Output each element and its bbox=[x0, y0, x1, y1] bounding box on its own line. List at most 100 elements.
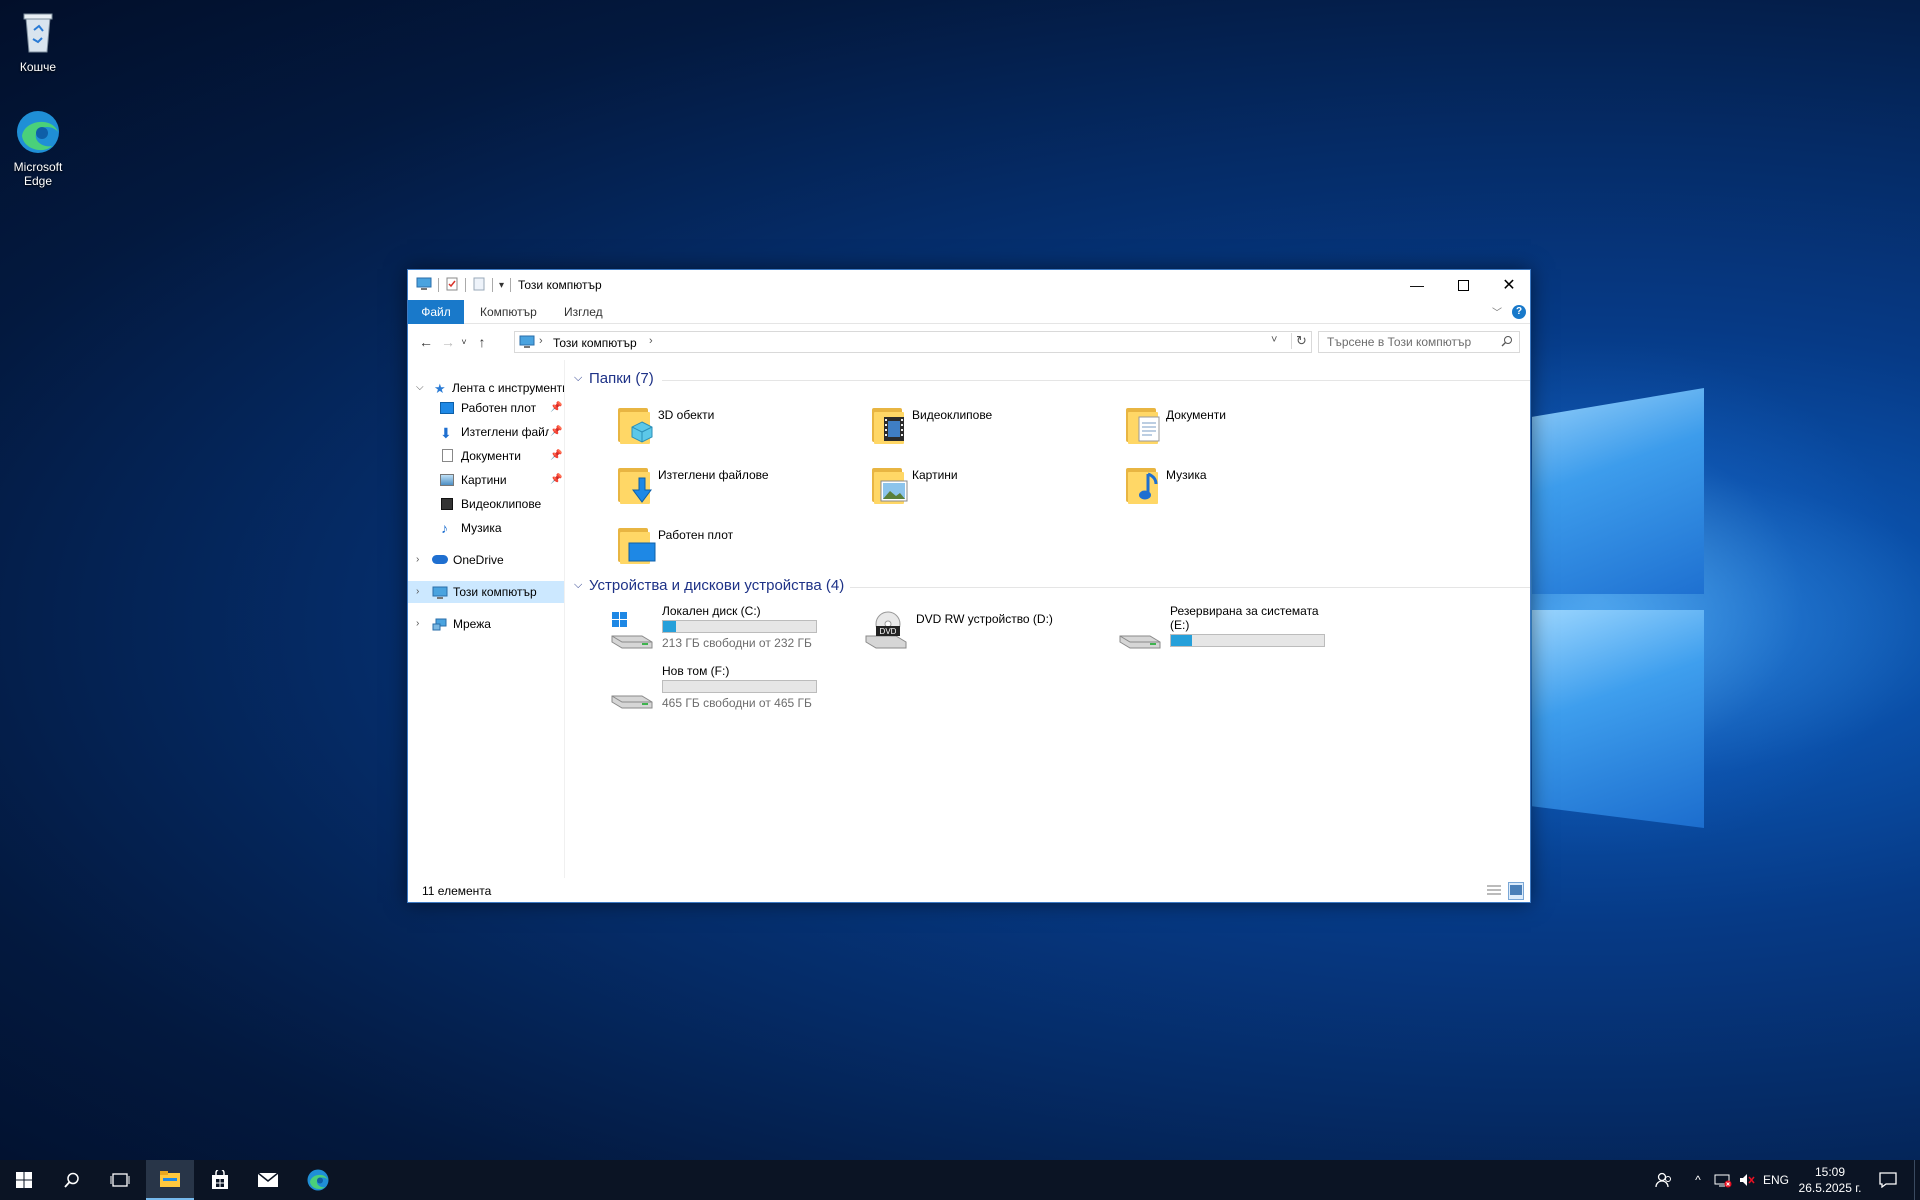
show-desktop-button[interactable] bbox=[1914, 1160, 1920, 1200]
pin-icon[interactable]: 📌 bbox=[550, 445, 562, 467]
help-icon[interactable]: ? bbox=[1512, 305, 1526, 319]
back-button[interactable]: ← bbox=[416, 332, 436, 352]
tab-view[interactable]: Изглед bbox=[550, 300, 617, 324]
large-icons-view-icon[interactable] bbox=[1508, 882, 1524, 900]
nav-item-downloads[interactable]: ⬇ Изтеглени файлове 📌 bbox=[408, 421, 564, 443]
search-box[interactable] bbox=[1318, 331, 1520, 353]
breadcrumb-this-pc[interactable]: Този компютър bbox=[553, 336, 637, 350]
search-input[interactable] bbox=[1319, 332, 1489, 352]
folder-label: Изтеглени файлове bbox=[658, 468, 769, 482]
details-view-icon[interactable] bbox=[1486, 883, 1502, 900]
group-header-folders[interactable]: ⌵ Папки (7) bbox=[574, 370, 1530, 390]
nav-item-pictures[interactable]: Картини 📌 bbox=[408, 469, 564, 491]
title-bar[interactable]: ▾ Този компютър — ✕ bbox=[408, 270, 1530, 300]
drive-tile-d[interactable]: DVD DVD RW устройство (D:) bbox=[864, 604, 1114, 654]
customize-toolbar-icon[interactable]: ▾ bbox=[499, 280, 504, 291]
nav-item-videos[interactable]: Видеоклипове bbox=[408, 493, 564, 515]
folder-tile-desktop[interactable]: Работен плот bbox=[616, 520, 866, 568]
tab-computer[interactable]: Компютър bbox=[466, 300, 551, 324]
refresh-icon[interactable]: ↻ bbox=[1291, 333, 1307, 349]
chevron-down-icon[interactable]: ⌵ bbox=[574, 372, 582, 385]
folder-videos-icon bbox=[870, 402, 910, 446]
input-language-button[interactable]: ENG bbox=[1760, 1160, 1792, 1200]
arrow-up-icon: ↑ bbox=[478, 334, 486, 350]
folder-desktop-icon bbox=[616, 522, 656, 566]
folder-tile-music[interactable]: Музика bbox=[1124, 460, 1374, 508]
chevron-right-icon[interactable]: › bbox=[416, 613, 426, 635]
nav-item-label: Лента с инструменти bbox=[452, 381, 565, 395]
address-bar[interactable]: › Този компютър › ˅ ↻ bbox=[514, 331, 1312, 353]
tab-file[interactable]: Файл bbox=[408, 300, 464, 324]
chevron-right-icon[interactable]: › bbox=[416, 549, 426, 571]
up-button[interactable]: ↑ bbox=[472, 332, 492, 352]
drive-usage-fill bbox=[1171, 635, 1193, 646]
desktop-icon-edge[interactable]: Microsoft Edge bbox=[0, 108, 76, 188]
taskbar-file-explorer[interactable] bbox=[146, 1160, 194, 1200]
nav-item-label: Работен плот bbox=[461, 401, 537, 415]
recycle-bin-icon bbox=[14, 8, 62, 56]
pin-icon[interactable]: 📌 bbox=[550, 421, 562, 443]
forward-button[interactable]: → bbox=[438, 332, 458, 352]
taskbar-mail[interactable] bbox=[244, 1160, 292, 1200]
start-button[interactable] bbox=[0, 1160, 48, 1200]
drive-icon bbox=[1118, 610, 1162, 650]
breadcrumb-separator-icon[interactable]: › bbox=[649, 335, 653, 347]
nav-item-desktop[interactable]: Работен плот 📌 bbox=[408, 397, 564, 419]
folder-tile-videos[interactable]: Видеоклипове bbox=[870, 400, 1120, 448]
chevron-down-icon[interactable]: ⌵ bbox=[574, 579, 582, 592]
group-header-title: Устройства и дискови устройства (4) bbox=[589, 577, 845, 594]
navigation-bar: ← → ˅ ↑ › Този компютър › ˅ ↻ bbox=[408, 324, 1530, 360]
folder-tile-3d-objects[interactable]: 3D обекти bbox=[616, 400, 866, 448]
volume-tray-button[interactable] bbox=[1736, 1160, 1758, 1200]
chevron-up-icon: ^ bbox=[1695, 1173, 1701, 1187]
taskbar-store[interactable] bbox=[196, 1160, 244, 1200]
nav-item-documents[interactable]: Документи 📌 bbox=[408, 445, 564, 467]
chevron-down-icon[interactable]: ⌵ bbox=[416, 377, 426, 399]
close-icon: ✕ bbox=[1502, 277, 1516, 294]
breadcrumb-separator-icon[interactable]: › bbox=[539, 335, 543, 347]
network-tray-button[interactable] bbox=[1712, 1160, 1734, 1200]
properties-icon[interactable] bbox=[445, 277, 459, 294]
nav-item-music[interactable]: ♪ Музика bbox=[408, 517, 564, 539]
show-hidden-icons-button[interactable]: ^ bbox=[1688, 1160, 1708, 1200]
task-view-icon bbox=[110, 1173, 130, 1187]
nav-item-label: OneDrive bbox=[453, 553, 504, 567]
drive-tile-c[interactable]: Локален диск (C:) 213 ГБ свободни от 232… bbox=[610, 604, 860, 654]
nav-item-quick-access[interactable]: ⌵ ★ Лента с инструменти bbox=[408, 377, 565, 399]
address-dropdown-icon[interactable]: ˅ bbox=[1271, 334, 1277, 346]
folder-tile-pictures[interactable]: Картини bbox=[870, 460, 1120, 508]
nav-item-onedrive[interactable]: › OneDrive bbox=[408, 549, 564, 571]
chevron-right-icon[interactable]: › bbox=[416, 581, 426, 603]
clock[interactable]: 15:09 26.5.2025 г. bbox=[1790, 1164, 1870, 1196]
group-header-devices[interactable]: ⌵ Устройства и дискови устройства (4) bbox=[574, 577, 1530, 597]
desktop-icon-recycle-bin[interactable]: Кошче bbox=[0, 8, 76, 74]
edge-icon bbox=[307, 1169, 329, 1191]
new-folder-icon[interactable] bbox=[472, 277, 486, 294]
drive-tile-f[interactable]: Нов том (F:) 465 ГБ свободни от 465 ГБ bbox=[610, 664, 860, 714]
people-button[interactable] bbox=[1650, 1160, 1678, 1200]
document-icon bbox=[442, 449, 453, 462]
maximize-button[interactable] bbox=[1440, 270, 1486, 300]
recent-locations-button[interactable]: ˅ bbox=[458, 332, 470, 352]
nav-item-network[interactable]: › Мрежа bbox=[408, 613, 564, 635]
pin-icon[interactable]: 📌 bbox=[550, 397, 562, 419]
minimize-button[interactable]: — bbox=[1394, 270, 1440, 300]
folder-3d-objects-icon bbox=[616, 402, 656, 446]
computer-icon bbox=[519, 335, 535, 352]
file-explorer-window: ▾ Този компютър — ✕ Файл Компютър Изглед… bbox=[407, 269, 1531, 903]
drive-tile-e[interactable]: Резервирана за системата (E:) bbox=[1118, 604, 1368, 654]
drive-usage-bar bbox=[662, 680, 817, 693]
nav-item-this-pc[interactable]: › Този компютър bbox=[408, 581, 564, 603]
windows-drive-icon bbox=[610, 610, 654, 650]
taskbar-edge[interactable] bbox=[294, 1160, 342, 1200]
pin-icon[interactable]: 📌 bbox=[550, 469, 562, 491]
task-view-button[interactable] bbox=[96, 1160, 144, 1200]
expand-ribbon-icon[interactable]: ﹀ bbox=[1492, 304, 1502, 319]
quick-access-toolbar: ▾ bbox=[416, 277, 517, 293]
search-button[interactable] bbox=[48, 1160, 96, 1200]
folder-tile-downloads[interactable]: Изтеглени файлове bbox=[616, 460, 866, 508]
action-center-button[interactable] bbox=[1872, 1160, 1904, 1200]
close-button[interactable]: ✕ bbox=[1486, 270, 1532, 300]
search-icon[interactable] bbox=[1501, 335, 1513, 350]
folder-tile-documents[interactable]: Документи bbox=[1124, 400, 1374, 448]
